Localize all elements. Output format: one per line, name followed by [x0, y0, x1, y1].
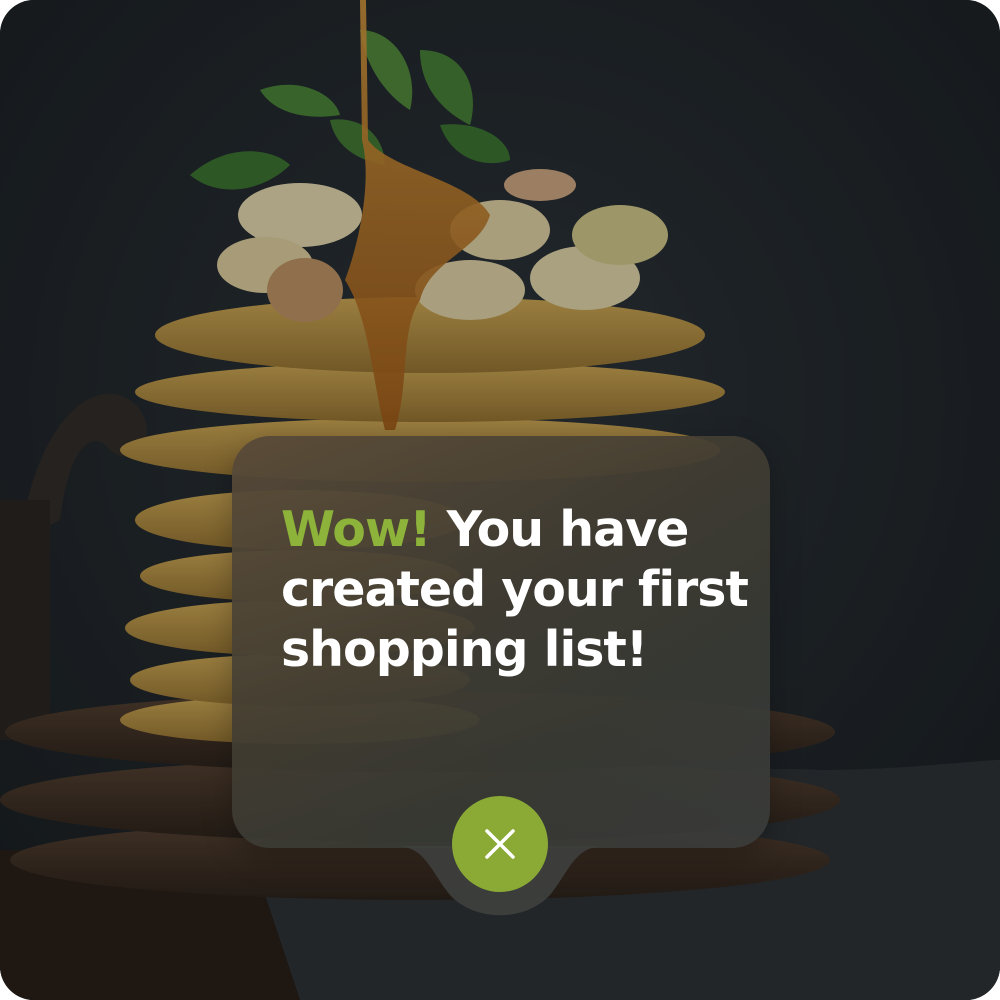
close-button[interactable] [452, 796, 548, 892]
wow-highlight: Wow! [281, 501, 432, 558]
success-message: Wow! You have created your first shoppin… [281, 500, 751, 680]
close-icon [485, 829, 515, 859]
app-screen: Wow! You have created your first shoppin… [0, 0, 1000, 1000]
